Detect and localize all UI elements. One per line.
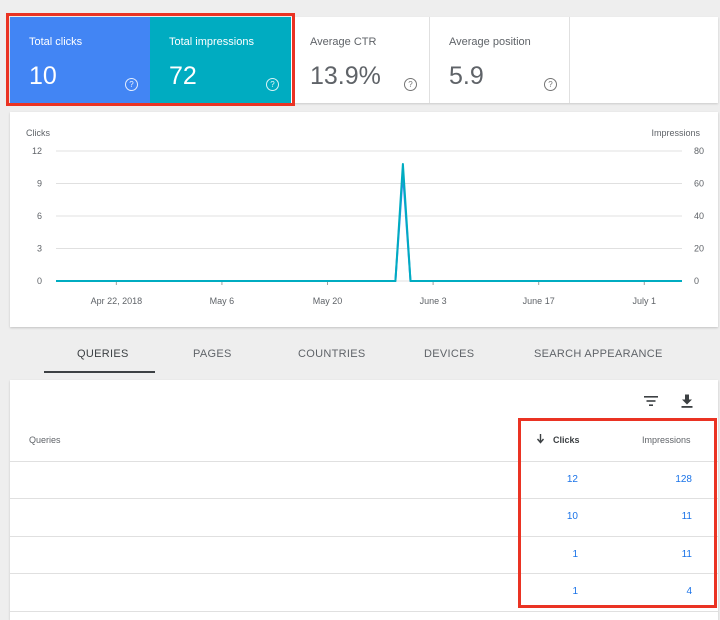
y-tick-label: 12 — [32, 146, 42, 156]
tab-queries[interactable]: QUERIES — [77, 348, 129, 360]
column-header-queries[interactable]: Queries — [29, 435, 61, 445]
row-impressions: 11 — [681, 549, 692, 560]
x-tick-label: June 17 — [523, 296, 555, 306]
report-tabs: QUERIES PAGES COUNTRIES DEVICES SEARCH A… — [10, 336, 718, 374]
help-icon[interactable]: ? — [125, 78, 138, 91]
x-tick-label: Apr 22, 2018 — [91, 296, 143, 306]
filter-icon[interactable] — [643, 393, 659, 409]
help-icon[interactable]: ? — [404, 78, 417, 91]
tab-search-appearance[interactable]: SEARCH APPEARANCE — [534, 348, 663, 360]
metric-value: 5.9 — [449, 62, 484, 90]
metric-label: Average position — [449, 36, 531, 48]
series-line-clicks — [56, 171, 682, 282]
download-icon[interactable] — [679, 393, 695, 409]
metric-label: Average CTR — [310, 36, 377, 48]
y2-tick-label: 40 — [694, 211, 704, 221]
row-impressions: 4 — [686, 586, 692, 597]
row-clicks: 1 — [572, 549, 578, 560]
chart-svg: Clicks Impressions 12 9 6 3 0 80 60 40 20 0 Apr … — [26, 128, 704, 306]
y2-tick-label: 20 — [694, 244, 704, 254]
y-axis-title: Clicks — [26, 128, 50, 138]
column-header-impressions[interactable]: Impressions — [642, 435, 691, 445]
tab-pages[interactable]: PAGES — [193, 348, 232, 360]
queries-table: Queries Clicks Impressions 12 128 10 11 … — [10, 380, 718, 620]
row-divider — [10, 611, 718, 612]
tab-countries[interactable]: COUNTRIES — [298, 348, 365, 360]
y2-tick-label: 0 — [694, 276, 699, 286]
row-clicks: 1 — [572, 586, 578, 597]
total-impressions-tile[interactable]: Total impressions 72 ? — [150, 17, 291, 103]
average-position-tile[interactable]: Average position 5.9 ? — [430, 17, 570, 103]
metric-value: 10 — [29, 62, 57, 90]
help-icon[interactable]: ? — [544, 78, 557, 91]
x-tick-label: May 20 — [313, 296, 343, 306]
row-divider — [10, 536, 718, 537]
row-clicks: 12 — [566, 474, 578, 485]
metric-value: 13.9% — [310, 62, 381, 90]
performance-chart: Clicks Impressions 12 9 6 3 0 80 60 40 20 0 Apr … — [10, 112, 718, 327]
y-tick-label: 0 — [37, 276, 42, 286]
y2-tick-label: 60 — [694, 179, 704, 189]
y2-tick-label: 80 — [694, 146, 704, 156]
row-divider — [10, 461, 718, 462]
column-header-clicks[interactable]: Clicks — [553, 435, 580, 445]
y-tick-label: 9 — [37, 179, 42, 189]
row-divider — [10, 573, 718, 574]
total-clicks-tile[interactable]: Total clicks 10 ? — [10, 17, 150, 103]
metric-value: 72 — [169, 62, 197, 90]
x-tick-label: June 3 — [420, 296, 447, 306]
help-icon[interactable]: ? — [266, 78, 279, 91]
row-divider — [10, 498, 718, 499]
active-tab-indicator — [44, 371, 155, 373]
y-tick-label: 6 — [37, 211, 42, 221]
tab-devices[interactable]: DEVICES — [424, 348, 474, 360]
y2-axis-title: Impressions — [651, 128, 700, 138]
y-tick-label: 3 — [37, 244, 42, 254]
metric-tiles: Total clicks 10 ? Total impressions 72 ?… — [10, 17, 718, 103]
series-line-impressions — [56, 163, 682, 282]
metric-label: Total clicks — [29, 36, 83, 48]
metric-label: Total impressions — [169, 36, 254, 48]
sort-arrow-down-icon[interactable] — [536, 433, 545, 444]
x-tick-label: July 1 — [633, 296, 657, 306]
row-clicks: 10 — [566, 511, 578, 522]
row-impressions: 128 — [675, 474, 692, 485]
row-impressions: 11 — [681, 511, 692, 522]
x-tick-label: May 6 — [210, 296, 235, 306]
average-ctr-tile[interactable]: Average CTR 13.9% ? — [291, 17, 430, 103]
